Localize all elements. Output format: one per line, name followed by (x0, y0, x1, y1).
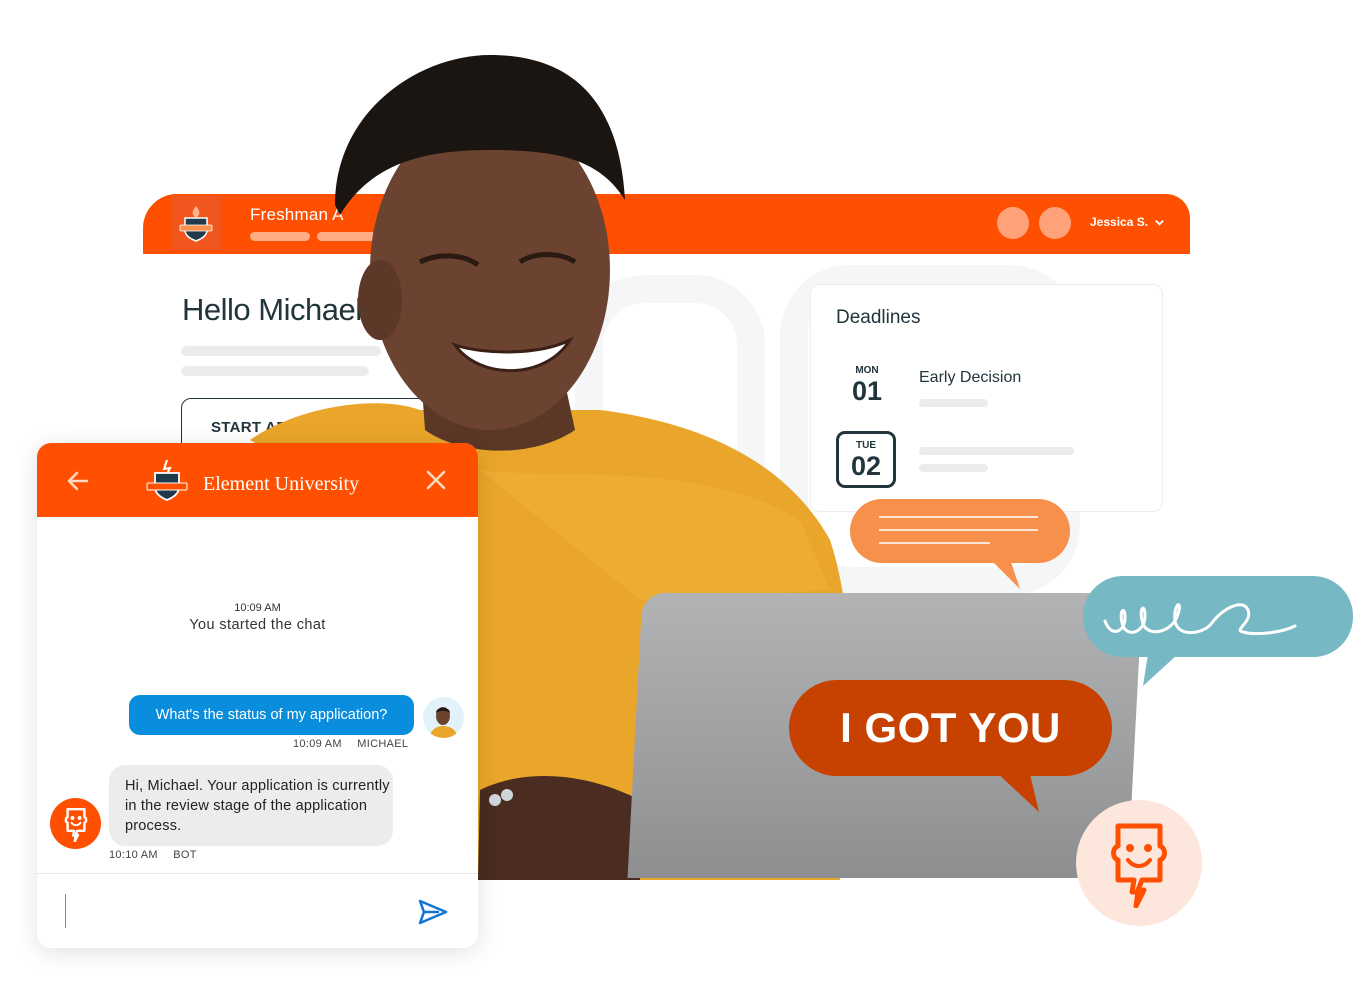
message-sender: MICHAEL (357, 738, 409, 750)
dashboard-title: Freshman A (250, 205, 344, 224)
chatbot-mascot-icon (1111, 823, 1167, 908)
deadlines-title: Deadlines (836, 307, 921, 328)
chat-widget: Element University 10:09 AM You started … (37, 443, 478, 948)
message-sender: BOT (173, 849, 197, 861)
text-placeholder (181, 366, 369, 376)
chat-header: Element University (37, 443, 478, 517)
close-icon[interactable] (424, 468, 448, 492)
greeting-heading: Hello Michael, (182, 292, 370, 327)
message-time: 10:10 AM (109, 849, 158, 861)
bot-message-bubble: Hi, Michael. Your application is current… (109, 765, 393, 846)
chevron-down-icon (1155, 219, 1164, 226)
user-avatar (423, 697, 464, 738)
background-decoration (575, 275, 765, 605)
system-message: You started the chat (189, 617, 326, 633)
send-icon[interactable] (417, 896, 449, 928)
chatbot-mascot-badge (1076, 800, 1202, 926)
text-placeholder (919, 464, 988, 472)
message-input[interactable] (65, 894, 395, 928)
i-got-you-bubble: I GOT YOU (789, 680, 1112, 812)
university-crest-icon (146, 459, 188, 501)
bot-avatar (50, 798, 101, 849)
text-placeholder (919, 399, 988, 407)
deadlines-card: Deadlines MON 01 Early Decision TUE 02 (810, 284, 1163, 512)
text-placeholder (919, 447, 1074, 455)
system-timestamp: 10:09 AM (234, 602, 281, 614)
bot-message-meta: 10:10 AM BOT (109, 849, 197, 861)
back-arrow-icon[interactable] (65, 468, 91, 494)
deadline-date: MON 01 (851, 365, 883, 406)
university-crest-icon (171, 196, 221, 250)
bubble-text: I GOT YOU (840, 704, 1061, 751)
header-avatar[interactable] (997, 207, 1029, 239)
chatbot-mascot-icon (64, 807, 87, 842)
user-name: Jessica S. (1090, 215, 1149, 229)
user-menu[interactable]: Jessica S. (1090, 215, 1165, 229)
message-composer (37, 873, 478, 948)
scribble-bubble (1083, 576, 1353, 686)
dashboard-header: Freshman A Jessica S. (143, 194, 1190, 254)
text-placeholder (181, 346, 381, 356)
nav-placeholder-pill (317, 232, 377, 241)
message-time: 10:09 AM (293, 738, 342, 750)
nav-placeholder-pill (250, 232, 310, 241)
typing-bubble (850, 499, 1070, 589)
header-avatar[interactable] (1039, 207, 1071, 239)
user-message-meta: 10:09 AM MICHAEL (293, 738, 408, 750)
deadline-date-selected[interactable]: TUE 02 (836, 431, 896, 488)
chat-brand-name: Element University (203, 473, 360, 495)
deadline-label[interactable]: Early Decision (919, 369, 1021, 387)
user-message-bubble: What's the status of my application? (129, 695, 414, 735)
